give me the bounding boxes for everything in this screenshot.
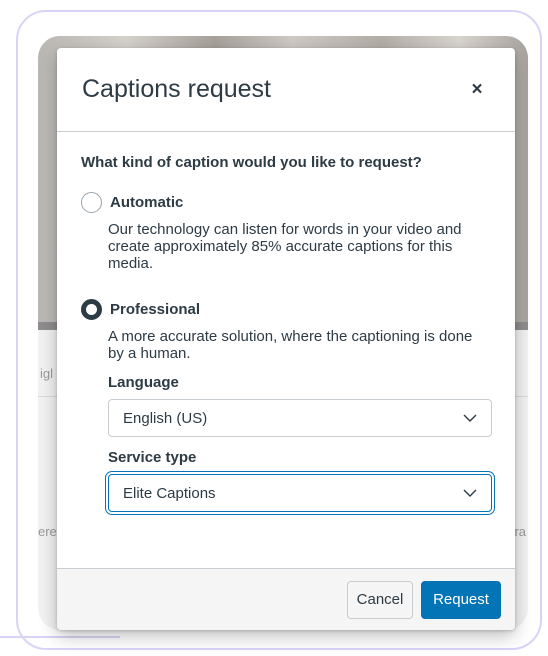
modal-footer: Cancel Request: [57, 568, 515, 630]
modal-body: What kind of caption would you like to r…: [57, 132, 515, 512]
language-value: English (US): [123, 409, 208, 427]
captions-request-modal: Captions request × What kind of caption …: [57, 48, 515, 630]
cancel-button[interactable]: Cancel: [347, 580, 413, 619]
frame-stub: [0, 636, 120, 638]
chevron-down-icon: [463, 414, 477, 422]
option-label: Professional: [110, 300, 201, 318]
close-icon[interactable]: ×: [463, 76, 491, 104]
service-type-label: Service type: [108, 449, 197, 466]
service-type-value: Elite Captions: [123, 484, 216, 502]
service-type-select[interactable]: Elite Captions: [108, 474, 492, 512]
language-select[interactable]: English (US): [108, 399, 492, 437]
request-button[interactable]: Request: [421, 580, 501, 619]
caption-question: What kind of caption would you like to r…: [81, 154, 422, 171]
option-automatic[interactable]: Automatic: [81, 191, 491, 213]
background-text: igl: [40, 366, 54, 381]
radio-automatic[interactable]: [81, 191, 102, 213]
option-description: A more accurate solution, where the capt…: [108, 328, 473, 362]
chevron-down-icon: [463, 489, 477, 497]
option-description: Our technology can listen for words in y…: [108, 221, 462, 272]
background-text: ra: [514, 524, 526, 539]
modal-title: Captions request: [82, 75, 272, 103]
language-label: Language: [108, 374, 179, 391]
modal-header: Captions request ×: [57, 48, 515, 132]
radio-professional[interactable]: [81, 298, 102, 320]
option-professional[interactable]: Professional: [81, 298, 491, 320]
background-text: ere: [38, 524, 57, 539]
option-label: Automatic: [110, 193, 184, 211]
